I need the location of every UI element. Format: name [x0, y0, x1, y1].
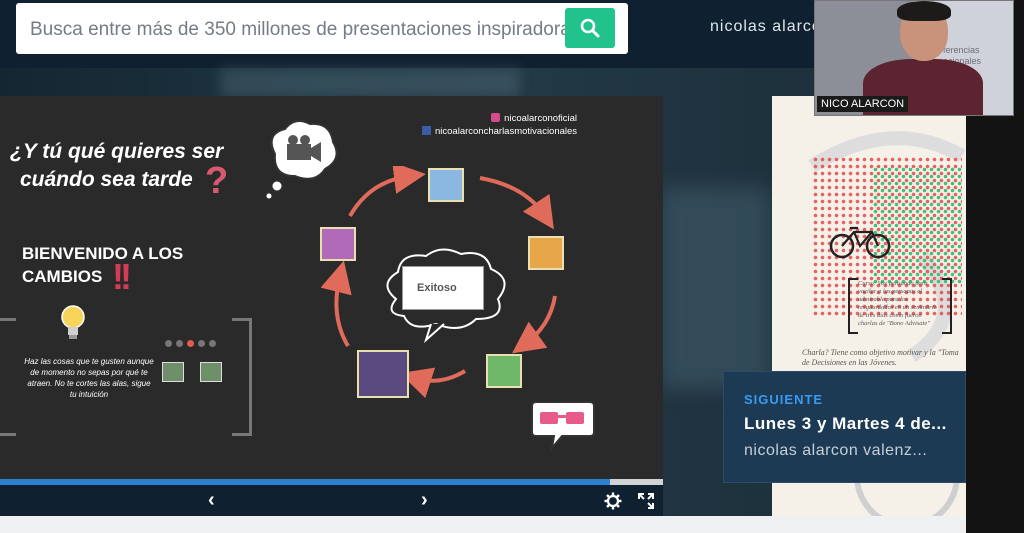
welcome-line1: BIENVENIDO A LOS [22, 244, 184, 263]
slide-question-line1: ¿Y tú qué quieres ser [10, 140, 224, 163]
slide-question-line2: cuándo sea tarde [20, 168, 193, 191]
slide-dots[interactable] [165, 340, 216, 347]
slide-thumbnail[interactable] [320, 227, 356, 261]
welcome-line2: CAMBIOS [22, 267, 103, 286]
preview-caption: Charla? Tiene como objetivo motivar y la… [802, 348, 959, 367]
lightbulb-icon [61, 305, 85, 339]
dot[interactable] [176, 340, 183, 347]
quote-bracket-right [942, 278, 952, 334]
advice-bracket-right [232, 318, 252, 436]
dot[interactable] [209, 340, 216, 347]
webcam-video[interactable]: ferencias acionales ICO N NICO ALARCON [814, 0, 1014, 116]
mini-thumbnail[interactable] [200, 362, 222, 382]
instagram-handle: nicoalarconoficial [504, 113, 578, 124]
slide-thumbnail[interactable] [486, 354, 522, 388]
welcome-heading: BIENVENIDO A LOS CAMBIOS [22, 242, 183, 288]
slide-thumbnail[interactable] [428, 168, 464, 202]
facebook-icon [422, 126, 431, 135]
advice-text: Haz las cosas que te gusten aunque de mo… [24, 357, 154, 399]
question-mark: ? [205, 160, 229, 202]
fullscreen-icon[interactable] [638, 493, 654, 509]
exclamation-marks: !! [112, 256, 132, 297]
center-word: Exitoso [417, 282, 457, 294]
glasses-speech-bubble-icon [531, 401, 595, 452]
search-icon [580, 18, 600, 38]
social-handles: nicoalarconoficial nicoalarconcharlasmot… [422, 112, 577, 138]
bicycle-icon [829, 226, 891, 259]
next-up-author: nicolas alarcon valenz... [744, 442, 928, 459]
next-up-title: Lunes 3 y Martes 4 de... [744, 414, 947, 433]
search-box [16, 3, 628, 54]
slide-thumbnail[interactable] [357, 350, 409, 398]
search-input[interactable] [30, 16, 570, 44]
webcam-person-hair [897, 1, 951, 21]
user-menu[interactable]: nicolas alarco [710, 18, 822, 36]
previous-button[interactable]: ‹ [208, 489, 215, 511]
advice-bracket-left [0, 318, 16, 436]
next-button[interactable]: › [421, 489, 428, 511]
dot-active[interactable] [187, 340, 194, 347]
dot[interactable] [198, 340, 205, 347]
webcam-name-label: NICO ALARCON [817, 96, 909, 112]
mini-thumbnail[interactable] [162, 362, 184, 382]
dot[interactable] [165, 340, 172, 347]
settings-gear-icon[interactable] [604, 492, 622, 510]
presentation-slide[interactable]: nicoalarconoficial nicoalarconcharlasmot… [0, 96, 663, 479]
bottom-strip [0, 516, 966, 533]
instagram-icon [491, 113, 501, 122]
next-up-card[interactable]: SIGUIENTE Lunes 3 y Martes 4 de... nicol… [723, 371, 966, 483]
quote-bracket-left [848, 278, 858, 334]
word-cloud-image[interactable]: Exitoso [402, 266, 484, 310]
slide-thumbnail[interactable] [528, 236, 564, 270]
next-up-label: SIGUIENTE [744, 392, 824, 407]
presentation-controls: ‹ › [0, 485, 663, 516]
preview-quote: Curso: Voy pensando para vacilar a las p… [858, 280, 937, 327]
facebook-handle: nicoalarconcharlasmotivacionales [435, 126, 578, 137]
search-button[interactable] [565, 8, 615, 48]
